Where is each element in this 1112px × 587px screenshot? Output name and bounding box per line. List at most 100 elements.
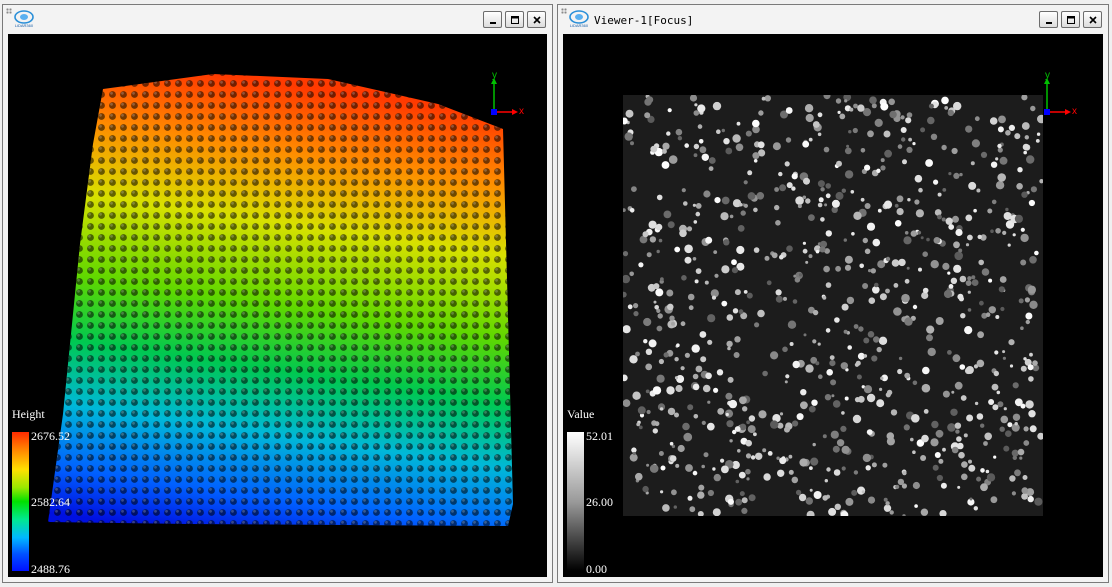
raster-crown-blob: [845, 497, 854, 506]
raster-crown-blob: [843, 238, 847, 242]
raster-crown-blob: [823, 146, 830, 153]
raster-crown-blob: [798, 493, 807, 502]
raster-crown-blob: [976, 476, 982, 482]
raster-crown-blob: [908, 137, 912, 142]
viewer-titlebar[interactable]: LiDAR360 Viewer-1[Focus]: [558, 5, 1108, 34]
raster-crown-blob: [995, 228, 1001, 234]
raster-crown-blob: [914, 504, 918, 508]
raster-crown-blob: [645, 363, 653, 371]
raster-crown-blob: [679, 229, 687, 238]
raster-crown-blob: [921, 383, 931, 393]
raster-crown-blob: [857, 104, 865, 112]
raster-crown-blob: [854, 397, 861, 403]
raster-crown-blob: [636, 422, 641, 427]
raster-crown-blob: [841, 303, 849, 311]
raster-crown-blob: [1003, 445, 1010, 452]
raster-crown-blob: [1034, 497, 1043, 506]
raster-crown-blob: [735, 498, 743, 506]
raster-crown-blob: [812, 309, 819, 316]
close-button[interactable]: [527, 11, 546, 28]
raster-canvas[interactable]: y x Value 52.01 26.00 0.00: [563, 34, 1103, 577]
raster-crown-blob: [968, 181, 977, 190]
raster-crown-blob: [802, 248, 808, 254]
raster-crown-blob: [878, 336, 888, 345]
raster-crown-blob: [1034, 250, 1039, 256]
raster-crown-blob: [920, 508, 929, 516]
raster-crown-blob: [813, 491, 822, 499]
raster-crown-blob: [720, 458, 725, 463]
raster-crown-blob: [657, 313, 663, 319]
maximize-button[interactable]: [505, 11, 524, 28]
raster-crown-blob: [956, 436, 962, 442]
raster-crown-blob: [622, 251, 629, 257]
raster-crown-blob: [998, 286, 1005, 293]
raster-crown-blob: [862, 283, 869, 289]
raster-crown-blob: [871, 355, 878, 362]
raster-crown-blob: [867, 331, 875, 338]
raster-crown-blob: [1029, 352, 1033, 357]
raster-crown-blob: [918, 267, 922, 272]
raster-crown-blob: [733, 352, 740, 358]
raster-crown-blob: [955, 429, 960, 434]
raster-crown-blob: [832, 445, 840, 453]
raster-crown-blob: [906, 112, 913, 118]
raster-crown-blob: [864, 164, 871, 171]
raster-crown-blob: [705, 236, 713, 244]
raster-crown-blob: [1007, 422, 1013, 428]
raster-crown-blob: [830, 379, 837, 386]
raster-crown-blob: [708, 157, 716, 164]
raster-crown-blob: [876, 399, 885, 408]
raster-crown-blob: [782, 346, 788, 353]
raster-crown-blob: [936, 474, 943, 482]
raster-crown-blob: [667, 303, 674, 311]
raster-crown-blob: [788, 454, 793, 459]
raster-crown-blob: [980, 468, 985, 473]
chm-raster-image: [620, 92, 1046, 519]
raster-crown-blob: [810, 457, 819, 466]
raster-crown-blob: [779, 254, 784, 260]
raster-crown-blob: [743, 203, 748, 208]
raster-crown-blob: [686, 226, 693, 232]
raster-crowns: [620, 92, 1046, 519]
viewer-titlebar[interactable]: LiDAR360: [3, 5, 552, 34]
raster-crown-blob: [959, 275, 967, 283]
raster-crown-blob: [684, 256, 692, 264]
raster-crown-blob: [844, 396, 849, 401]
raster-crown-blob: [897, 368, 903, 375]
raster-crown-blob: [836, 439, 845, 447]
raster-crown-blob: [743, 180, 748, 185]
raster-crown-blob: [961, 473, 968, 481]
raster-crown-blob: [629, 208, 635, 213]
minimize-button[interactable]: [483, 11, 502, 28]
raster-crown-blob: [896, 195, 904, 203]
raster-crown-blob: [1027, 364, 1034, 371]
raster-crown-blob: [720, 212, 729, 221]
raster-crown-blob: [753, 207, 758, 213]
minimize-button[interactable]: [1039, 11, 1058, 28]
close-button[interactable]: [1083, 11, 1102, 28]
raster-crown-blob: [669, 441, 674, 446]
raster-crown-blob: [977, 331, 984, 339]
raster-crown-blob: [663, 352, 669, 358]
raster-crown-blob: [980, 151, 988, 158]
raster-crown-blob: [818, 197, 824, 203]
raster-crown-blob: [742, 406, 748, 412]
raster-crown-blob: [1008, 339, 1015, 346]
raster-crown-blob: [967, 308, 972, 312]
raster-crown-blob: [735, 143, 744, 152]
raster-crown-blob: [1011, 449, 1019, 457]
raster-crown-blob: [951, 446, 959, 454]
maximize-button[interactable]: [1061, 11, 1080, 28]
raster-crown-blob: [738, 471, 746, 479]
raster-crown-blob: [920, 127, 926, 133]
pointcloud-canvas[interactable]: y x Height 2676.52 2582.64 2488.76: [8, 34, 547, 577]
raster-crown-blob: [674, 412, 679, 418]
raster-crown-blob: [817, 132, 822, 137]
raster-crown-blob: [644, 98, 652, 106]
raster-crown-blob: [883, 130, 891, 138]
raster-crown-blob: [675, 128, 683, 136]
raster-crown-blob: [957, 485, 961, 489]
raster-crown-blob: [995, 181, 1005, 190]
axis-x-label: x: [519, 106, 524, 117]
raster-crown-blob: [661, 161, 670, 169]
